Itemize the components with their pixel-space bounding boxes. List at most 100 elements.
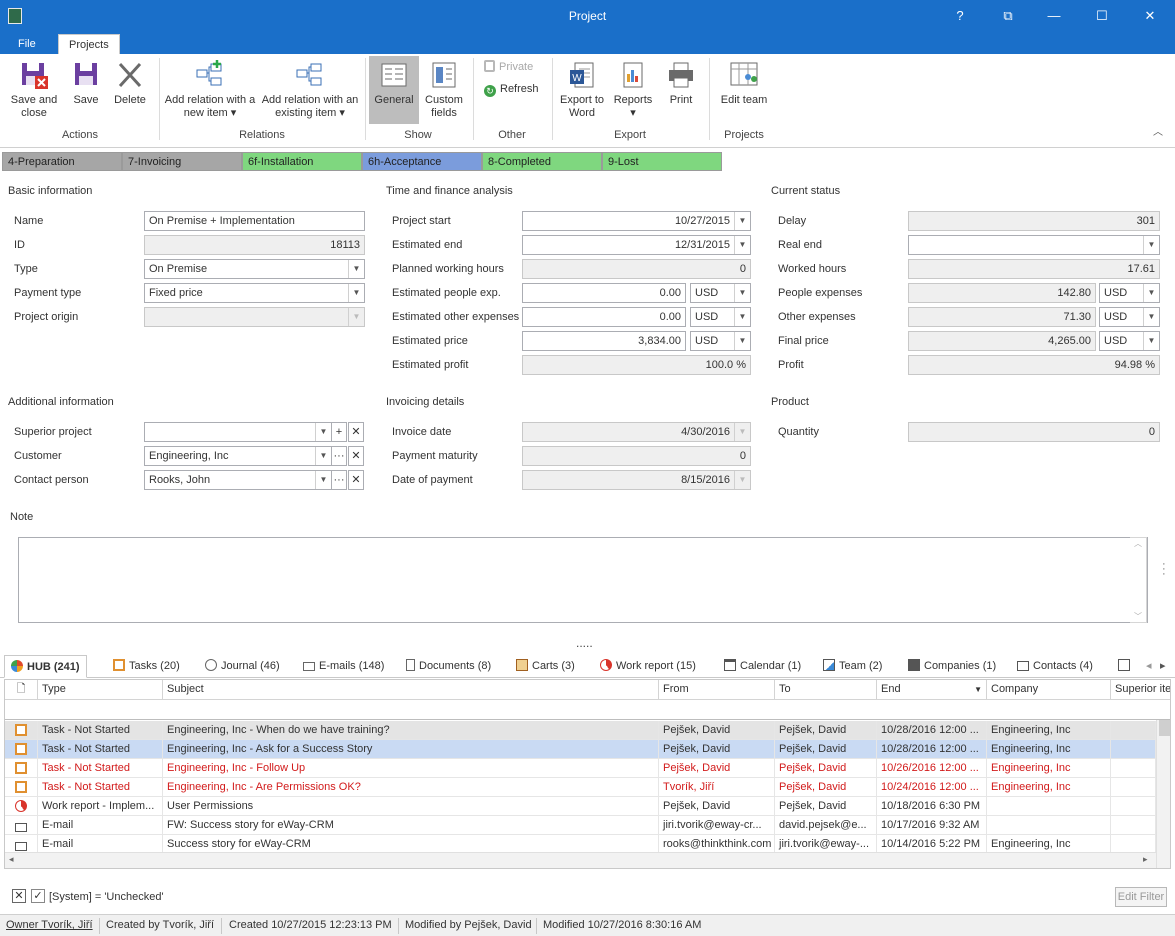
column-company[interactable]: Company [987,680,1111,700]
document-icon[interactable]: 🗋 [5,680,38,700]
chevron-down-icon[interactable]: ﹀ [1130,611,1146,622]
other-expenses-currency[interactable]: USD ▼ [1099,307,1160,327]
filter-text[interactable]: [System] = 'Unchecked' [49,891,164,903]
tabs-scroll-left-icon[interactable]: ◂ [1146,655,1152,678]
est-other-currency[interactable]: USD ▼ [690,307,751,327]
tab-journal[interactable]: Journal (46) [205,655,280,678]
clear-superior-button[interactable]: ✕ [348,422,364,442]
general-view-button[interactable]: General [369,56,419,124]
custom-fields-button[interactable]: Custom fields [421,60,467,120]
chevron-down-icon[interactable]: ▼ [734,284,750,302]
tab-calendar[interactable]: Calendar (1) [724,655,801,678]
close-button[interactable]: ✕ [1138,6,1162,26]
table-row[interactable]: Work report - Implem... User Permissions P… [5,797,1156,816]
print-button[interactable]: Print [662,60,700,107]
table-row[interactable]: Task - Not Started Engineering, Inc - Are… [5,778,1156,797]
tab-file[interactable]: File [8,34,46,54]
stage-preparation[interactable]: 4-Preparation [2,152,122,171]
tab-documents[interactable]: Documents (8) [406,655,491,678]
contact-person-select[interactable]: Rooks, John ▼ [144,470,332,490]
table-row[interactable]: Task - Not Started Engineering, Inc - Fol… [5,759,1156,778]
project-origin-select[interactable]: ▼ [144,307,365,327]
chevron-down-icon[interactable]: ▼ [1143,308,1159,326]
chevron-down-icon[interactable]: ▼ [348,260,364,278]
est-people-field[interactable]: 0.00 [522,283,686,303]
customer-select[interactable]: Engineering, Inc ▼ [144,446,332,466]
filter-enabled-checkbox[interactable]: ✓ [31,889,45,903]
edit-team-button[interactable]: Edit team [716,60,772,107]
edit-filter-button[interactable]: Edit Filter [1115,887,1167,907]
collapse-ribbon-button[interactable]: ︿ [1150,126,1166,139]
tab-carts[interactable]: Carts (3) [516,655,575,678]
column-type[interactable]: Type [38,680,163,700]
tab-team[interactable]: Team (2) [823,655,882,678]
add-superior-button[interactable]: + [331,422,347,442]
more-tabs-icon[interactable] [1118,655,1134,678]
chevron-down-icon[interactable]: ▼ [734,332,750,350]
stage-acceptance[interactable]: 6h-Acceptance [362,152,482,171]
real-end-field[interactable]: ▼ [908,235,1160,255]
reports-button[interactable]: Reports ▾ [610,60,656,120]
chevron-down-icon[interactable]: ▼ [348,308,364,326]
est-price-currency[interactable]: USD ▼ [690,331,751,351]
est-people-currency[interactable]: USD ▼ [690,283,751,303]
browse-contact-button[interactable]: ··· [331,470,347,490]
export-word-button[interactable]: W Export to Word [558,60,606,120]
grid-vertical-scrollbar[interactable] [1156,720,1170,868]
column-subject[interactable]: Subject [163,680,659,700]
chevron-down-icon[interactable]: ▼ [315,423,331,441]
table-row[interactable]: E-mail FW: Success story for eWay-CRM jiri… [5,816,1156,835]
payment-type-select[interactable]: Fixed price ▼ [144,283,365,303]
clear-filter-button[interactable]: ✕ [12,889,26,903]
chevron-left-icon[interactable]: ◂ [9,854,14,865]
tab-projects[interactable]: Projects [58,34,120,54]
chevron-down-icon[interactable]: ▼ [734,212,750,230]
chevron-down-icon[interactable]: ▼ [315,447,331,465]
stage-lost[interactable]: 9-Lost [602,152,722,171]
tab-contacts[interactable]: Contacts (4) [1017,655,1093,678]
tab-companies[interactable]: Companies (1) [908,655,996,678]
grid-filter-row[interactable] [5,700,1170,720]
owner-link[interactable]: Owner Tvorík, Jiří [6,919,93,931]
name-field[interactable]: On Premise + Implementation [144,211,365,231]
chevron-down-icon[interactable]: ▼ [315,471,331,489]
side-menu-icon[interactable]: · · · [1162,559,1166,580]
chevron-down-icon[interactable]: ▼ [348,284,364,302]
save-button[interactable]: Save [66,60,106,107]
stage-invoicing[interactable]: 7-Invoicing [122,152,242,171]
chevron-down-icon[interactable]: ▼ [1143,332,1159,350]
tab-tasks[interactable]: Tasks (20) [113,655,180,678]
final-price-currency[interactable]: USD ▼ [1099,331,1160,351]
add-relation-new-button[interactable]: Add relation with a new item ▾ [164,60,256,120]
type-select[interactable]: On Premise ▼ [144,259,365,279]
scroll-thumb[interactable] [1159,720,1170,736]
restore-layout-button[interactable]: ⧉ [996,6,1020,26]
maximize-button[interactable]: ☐ [1090,6,1114,26]
note-textarea[interactable] [18,537,1148,623]
private-button[interactable]: Private [484,60,533,73]
tab-emails[interactable]: E-mails (148) [303,655,384,678]
superior-project-select[interactable]: ▼ [144,422,332,442]
table-row[interactable]: Task - Not Started Engineering, Inc - Whe… [5,721,1156,740]
browse-customer-button[interactable]: ··· [331,446,347,466]
column-from[interactable]: From [659,680,775,700]
estimated-end-field[interactable]: 12/31/2015 ▼ [522,235,751,255]
clear-customer-button[interactable]: ✕ [348,446,364,466]
refresh-button[interactable]: ↻ Refresh [484,83,539,97]
tab-hub[interactable]: HUB (241) [4,655,87,678]
add-relation-existing-button[interactable]: Add relation with an existing item ▾ [260,60,360,120]
project-start-field[interactable]: 10/27/2015 ▼ [522,211,751,231]
table-row[interactable]: Task - Not Started Engineering, Inc - Ask… [5,740,1156,759]
column-superior-item[interactable]: Superior ite [1111,680,1170,700]
save-and-close-button[interactable]: Save and close [6,60,62,120]
delete-button[interactable]: Delete [108,60,152,107]
stage-completed[interactable]: 8-Completed [482,152,602,171]
column-end[interactable]: End ▼ [877,680,987,700]
chevron-down-icon[interactable]: ▼ [1143,284,1159,302]
chevron-down-icon[interactable]: ▼ [734,236,750,254]
minimize-button[interactable]: — [1042,6,1066,26]
chevron-right-icon[interactable]: ▸ [1143,854,1148,865]
est-other-field[interactable]: 0.00 [522,307,686,327]
chevron-down-icon[interactable]: ▼ [1143,236,1159,254]
tabs-scroll-right-icon[interactable]: ▸ [1160,655,1166,678]
